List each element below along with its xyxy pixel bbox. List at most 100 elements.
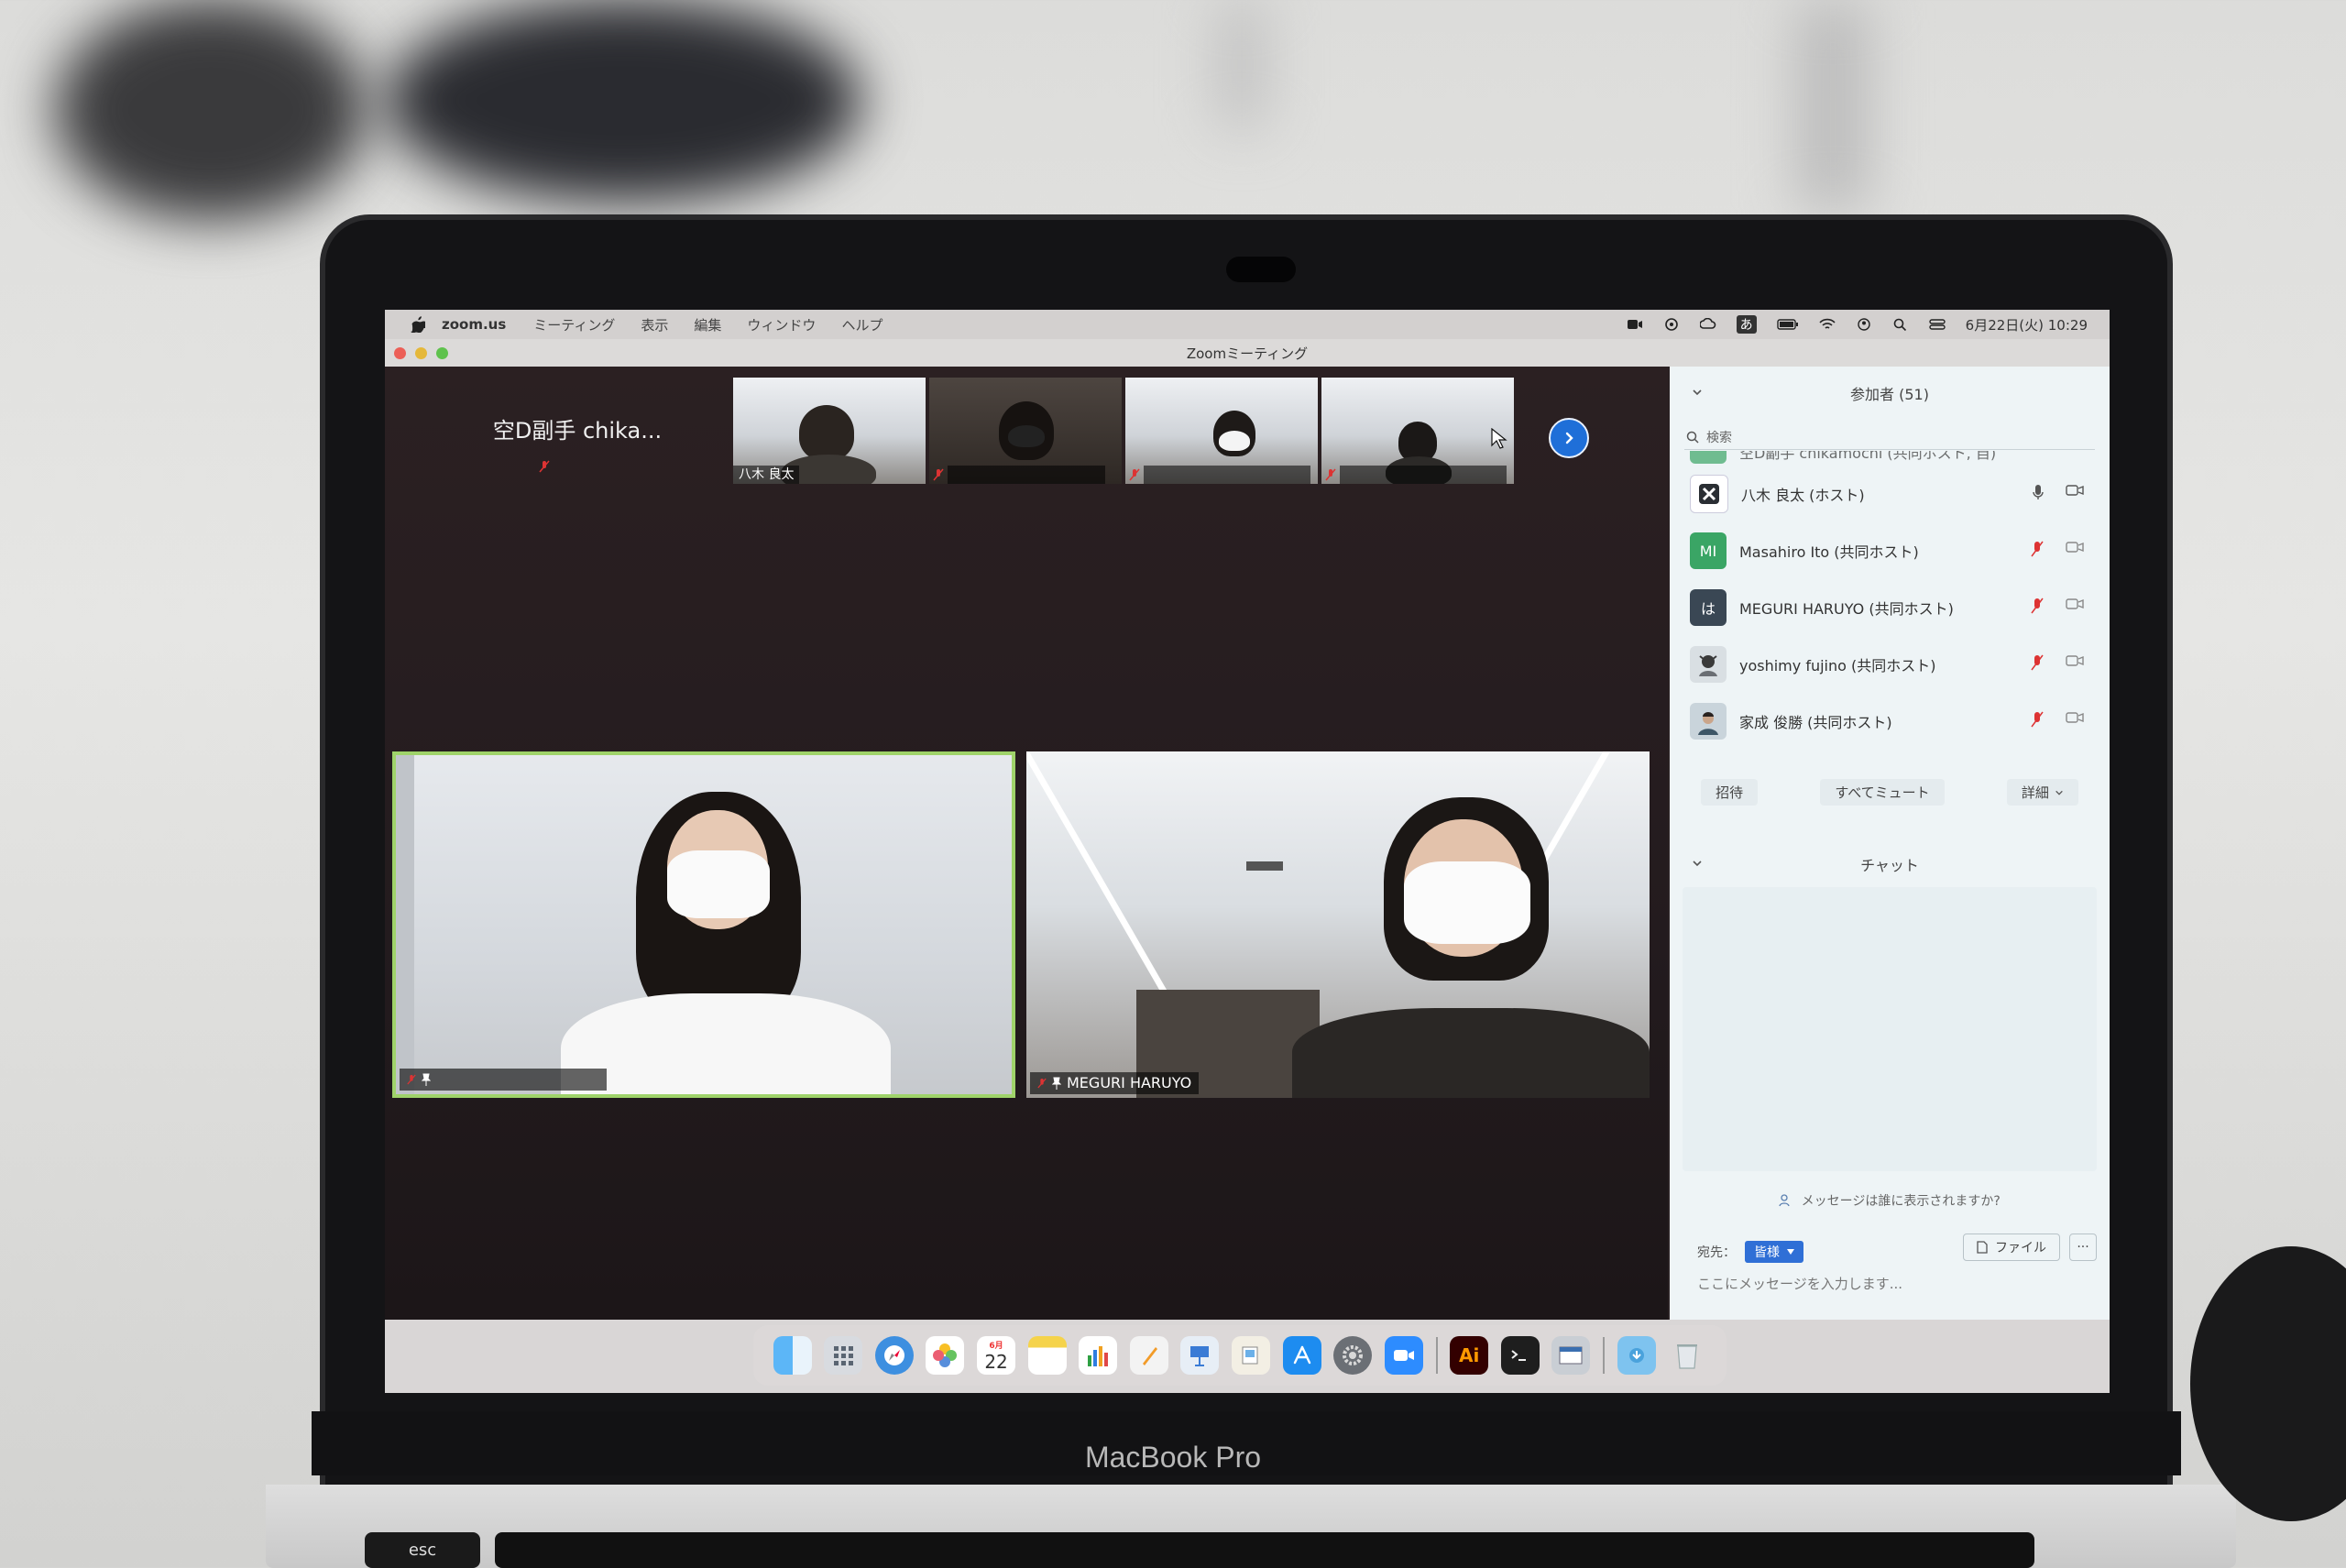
control-center-icon[interactable] [1928, 318, 1946, 331]
participant-name-tile[interactable]: 空D副手 chika... [486, 378, 669, 478]
calendar-day: 22 [984, 1350, 1008, 1373]
zoom-window-button[interactable] [436, 347, 448, 359]
input-method-indicator[interactable]: あ [1736, 315, 1757, 334]
menubar-clock[interactable]: 6月22日(火) 10:29 [1966, 315, 2088, 334]
participant-avatar [1690, 646, 1727, 683]
minimize-window-button[interactable] [415, 347, 427, 359]
menu-window[interactable]: ウィンドウ [747, 315, 816, 334]
app-store-icon[interactable] [1282, 1336, 1321, 1375]
screen-share-status-icon[interactable] [1663, 318, 1680, 331]
esc-key[interactable]: esc [365, 1532, 480, 1568]
video-thumbnail[interactable] [929, 378, 1122, 484]
mute-all-button[interactable]: すべてミュート [1820, 779, 1945, 806]
wifi-icon[interactable] [1819, 318, 1836, 331]
participant-status-icons [2031, 598, 2084, 614]
muted-mic-icon[interactable] [2031, 654, 2044, 671]
pages-icon[interactable] [1129, 1336, 1168, 1375]
muted-mic-icon[interactable] [2031, 711, 2044, 728]
person-icon [1779, 1194, 1790, 1207]
participant-row[interactable]: は MEGURI HARUYO (共同ホスト) [1670, 579, 2110, 636]
participant-row[interactable]: yoshimy fujino (共同ホスト) [1670, 636, 2110, 693]
downloads-folder-icon[interactable] [1617, 1336, 1656, 1375]
chat-more-button[interactable]: ··· [2069, 1234, 2097, 1261]
chat-file-label: ファイル [1995, 1241, 2046, 1255]
search-icon [1686, 431, 1699, 444]
user-icon[interactable] [1856, 318, 1872, 331]
menu-view[interactable]: 表示 [641, 315, 668, 334]
menu-edit[interactable]: 編集 [694, 315, 721, 334]
participants-header: 参加者 (51) [1670, 379, 2110, 407]
chat-visibility-hint[interactable]: メッセージは誰に表示されますか? [1670, 1191, 2110, 1210]
illustrator-icon[interactable]: Ai [1450, 1336, 1489, 1375]
search-icon[interactable] [1892, 318, 1909, 331]
chat-message-area[interactable] [1683, 887, 2097, 1171]
participant-row[interactable]: 家成 俊勝 (共同ホスト) [1670, 693, 2110, 750]
illustrator-label: Ai [1458, 1344, 1480, 1366]
ceiling-vent [1246, 861, 1283, 871]
video-tile[interactable]: MEGURI HARUYO [1026, 751, 1650, 1098]
trash-icon[interactable] [1668, 1336, 1706, 1375]
muted-mic-icon[interactable] [2031, 598, 2044, 614]
video-thumbnail[interactable] [1125, 378, 1318, 484]
side-panel: 参加者 (51) 検索 空D副手 chikamochi (共同ホスト, 自) 八… [1670, 367, 2110, 1320]
creative-cloud-icon[interactable] [1699, 318, 1716, 331]
preview-icon[interactable] [1232, 1336, 1271, 1375]
terminal-icon[interactable] [1500, 1336, 1540, 1375]
room-wall [396, 755, 414, 1094]
participant-name: Masahiro Ito (共同ホスト) [1739, 543, 1919, 561]
notes-icon[interactable] [1027, 1336, 1067, 1375]
zoom-window: Zoomミーティング 空D副手 chika... 八木 良太 MEGURI HA… [385, 339, 2110, 1320]
chat-recipient-select[interactable]: 皆様 [1745, 1241, 1803, 1263]
invite-button[interactable]: 招待 [1701, 779, 1759, 806]
participant-search-input[interactable]: 検索 [1684, 425, 2095, 450]
apple-icon[interactable] [411, 316, 425, 333]
muted-mic-icon[interactable] [2031, 541, 2044, 557]
chevron-down-icon[interactable] [1692, 858, 1703, 869]
thumbnail-name-label [948, 466, 1105, 484]
video-camera-off-icon[interactable] [2066, 711, 2084, 724]
numbers-icon[interactable] [1079, 1336, 1118, 1375]
podium-icon [1190, 1346, 1210, 1366]
calendar-month: 6月 [989, 1341, 1003, 1351]
participant-body [1292, 1008, 1650, 1098]
video-camera-off-icon[interactable] [2066, 654, 2084, 667]
participant-body [561, 993, 891, 1094]
more-options-label: 詳細 [2021, 784, 2049, 801]
battery-icon[interactable] [1776, 318, 1799, 331]
video-camera-off-icon[interactable] [2066, 598, 2084, 610]
system-preferences-icon[interactable] [1333, 1336, 1373, 1375]
participant-row[interactable]: 空D副手 chikamochi (共同ホスト, 自) [1670, 451, 2110, 466]
app-name-menu[interactable]: zoom.us [442, 316, 506, 333]
chevron-down-icon[interactable] [1692, 387, 1703, 398]
participant-row[interactable]: MI Masahiro Ito (共同ホスト) [1670, 522, 2110, 579]
participant-row[interactable]: 八木 良太 (ホスト) [1670, 466, 2110, 522]
zoom-status-icon[interactable] [1627, 318, 1643, 331]
menu-meeting[interactable]: ミーティング [533, 315, 615, 334]
thumbnail-name-label [1144, 466, 1310, 484]
next-page-button[interactable] [1549, 418, 1589, 458]
video-tile-active[interactable] [392, 751, 1015, 1098]
screenshot-app-icon[interactable] [1551, 1336, 1591, 1375]
chat-message-input[interactable]: ここにメッセージを入力します... [1697, 1274, 1902, 1293]
photos-icon[interactable] [926, 1336, 965, 1375]
chat-recipient-row: 宛先： 皆様 [1697, 1241, 1803, 1263]
more-options-button[interactable]: 詳細 [2006, 779, 2078, 806]
menu-help[interactable]: ヘルプ [841, 315, 882, 334]
mic-icon[interactable] [2033, 484, 2044, 500]
calendar-icon[interactable]: 6月 22 [977, 1336, 1016, 1375]
participant-mask [1219, 431, 1250, 451]
close-window-button[interactable] [394, 347, 406, 359]
video-camera-off-icon[interactable] [2066, 541, 2084, 554]
zoom-app-icon[interactable] [1384, 1336, 1423, 1375]
finder-icon[interactable] [773, 1336, 812, 1375]
video-thumbnail[interactable] [1321, 378, 1514, 484]
video-thumbnail[interactable]: 八木 良太 [733, 378, 926, 484]
chat-file-button[interactable]: ファイル [1963, 1234, 2060, 1261]
safari-icon[interactable] [874, 1336, 914, 1375]
touch-bar[interactable] [495, 1532, 2034, 1568]
participant-name: 八木 良太 (ホスト) [1741, 487, 1865, 504]
participant-avatar [1690, 703, 1727, 740]
video-camera-icon[interactable] [2066, 484, 2084, 497]
launchpad-icon[interactable] [824, 1336, 863, 1375]
keynote-icon[interactable] [1180, 1336, 1220, 1375]
